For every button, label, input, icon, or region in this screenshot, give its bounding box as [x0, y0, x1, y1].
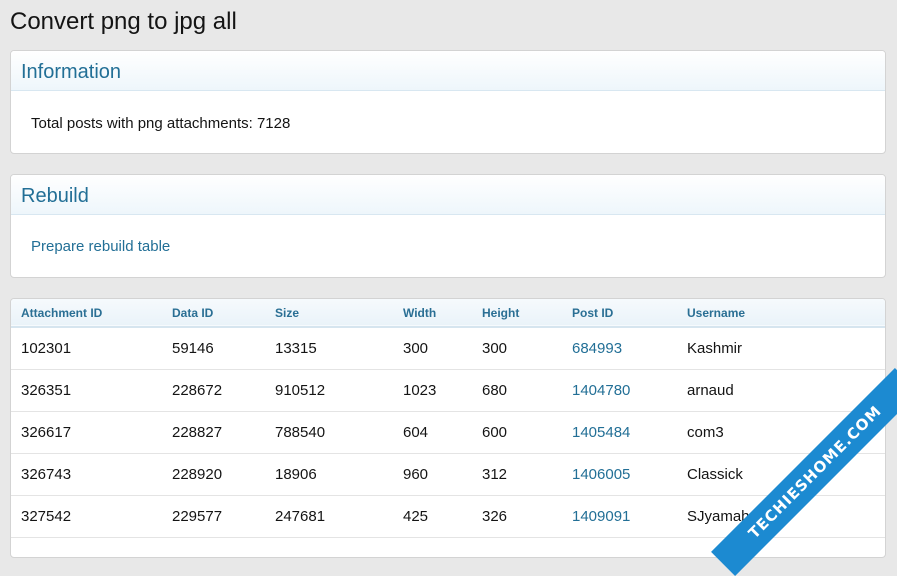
- column-header-height[interactable]: Height: [472, 299, 562, 327]
- size-cell: 247681: [275, 507, 326, 525]
- column-header-size[interactable]: Size: [265, 299, 393, 327]
- table-row: 326351 228672 910512 1023 680 1404780 ar…: [11, 369, 885, 411]
- attachment-id-cell: 326743: [21, 465, 72, 483]
- data-id-cell: 228920: [172, 465, 223, 483]
- height-cell: 326: [482, 507, 508, 525]
- table-row: 326743 228920 18906 960 312 1406005 Clas…: [11, 453, 885, 495]
- attachment-id-cell: 327542: [21, 507, 72, 525]
- username-cell: arnaud: [687, 381, 734, 399]
- height-cell: 600: [482, 423, 508, 441]
- username-cell: Kashmir: [687, 339, 743, 357]
- column-header-attachment-id[interactable]: Attachment ID: [11, 299, 162, 327]
- height-cell: 680: [482, 381, 508, 399]
- size-cell: 788540: [275, 423, 326, 441]
- attachment-id-cell: 326351: [21, 381, 72, 399]
- post-id-link[interactable]: 1409091: [562, 495, 677, 537]
- attachments-table: Attachment ID Data ID Size Width Height …: [11, 299, 885, 538]
- prepare-rebuild-table-link[interactable]: Prepare rebuild table: [31, 238, 170, 255]
- column-header-data-id[interactable]: Data ID: [162, 299, 265, 327]
- post-id-link[interactable]: 1406005: [562, 453, 677, 495]
- width-cell: 960: [403, 465, 429, 483]
- table-header-row: Attachment ID Data ID Size Width Height …: [11, 299, 885, 327]
- size-cell: 13315: [275, 339, 317, 357]
- column-header-width[interactable]: Width: [393, 299, 472, 327]
- rebuild-panel: Rebuild Prepare rebuild table: [10, 174, 886, 278]
- size-cell: 910512: [275, 381, 326, 399]
- data-id-cell: 228672: [172, 381, 223, 399]
- height-cell: 312: [482, 465, 508, 483]
- width-cell: 300: [403, 339, 429, 357]
- width-cell: 425: [403, 507, 429, 525]
- size-cell: 18906: [275, 465, 317, 483]
- width-cell: 1023: [403, 381, 437, 399]
- information-panel: Information Total posts with png attachm…: [10, 50, 886, 154]
- attachment-id-cell: 102301: [21, 339, 72, 357]
- table-row: 326617 228827 788540 604 600 1405484 com…: [11, 411, 885, 453]
- data-id-cell: 228827: [172, 423, 223, 441]
- information-heading: Information: [11, 51, 885, 91]
- rebuild-heading: Rebuild: [11, 175, 885, 215]
- column-header-post-id[interactable]: Post ID: [562, 299, 677, 327]
- total-posts-text: Total posts with png attachments: 7128: [31, 115, 291, 132]
- data-id-cell: 229577: [172, 507, 223, 525]
- table-row: 102301 59146 13315 300 300 684993 Kashmi…: [11, 327, 885, 369]
- post-id-link[interactable]: 1404780: [562, 369, 677, 411]
- page-title: Convert png to jpg all: [10, 8, 237, 35]
- data-id-cell: 59146: [172, 339, 214, 357]
- post-id-link[interactable]: 684993: [562, 327, 677, 369]
- attachment-id-cell: 326617: [21, 423, 72, 441]
- height-cell: 300: [482, 339, 508, 357]
- width-cell: 604: [403, 423, 429, 441]
- post-id-link[interactable]: 1405484: [562, 411, 677, 453]
- column-header-username[interactable]: Username: [677, 299, 885, 327]
